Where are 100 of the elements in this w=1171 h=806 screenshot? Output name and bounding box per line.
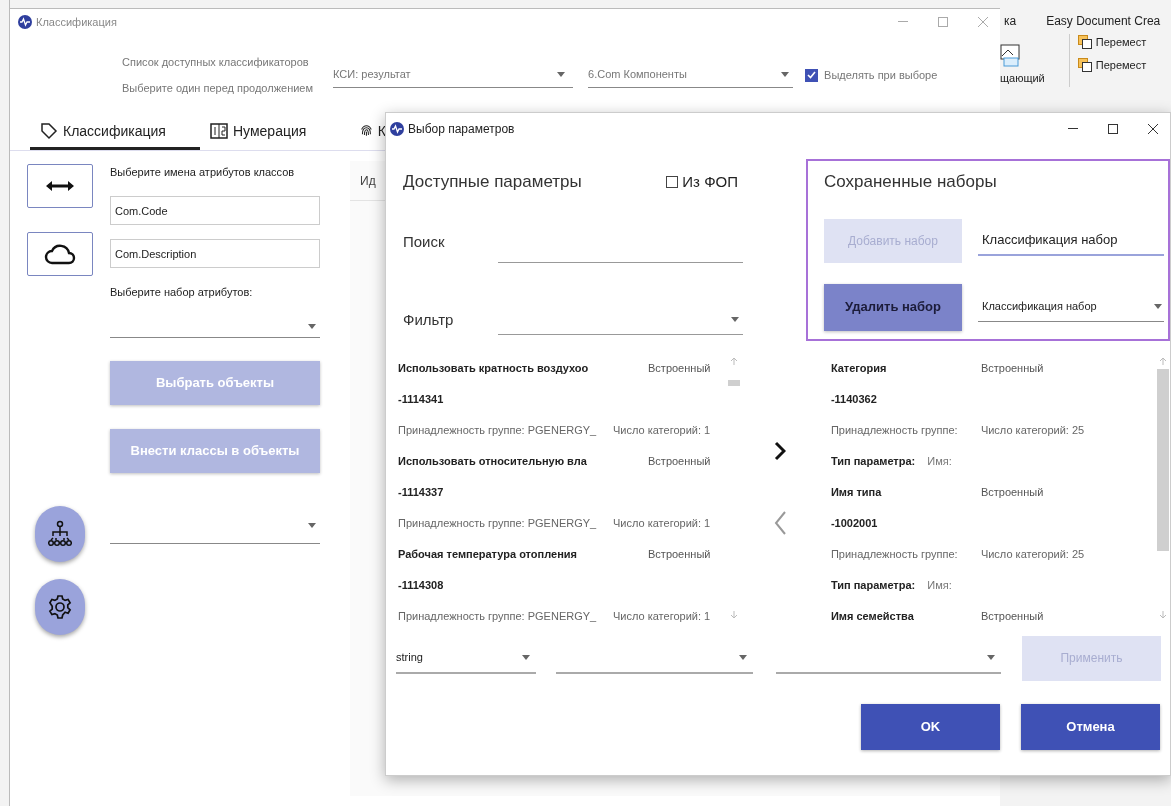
chevron-right-icon[interactable] xyxy=(774,441,786,461)
caret-icon xyxy=(308,323,316,329)
type-dropdown[interactable]: string xyxy=(396,642,536,674)
category-count: Число категорий: 1 xyxy=(613,423,711,439)
parameter-name: Рабочая температура отопления xyxy=(398,547,578,563)
parameter-source: Встроенный xyxy=(648,454,711,470)
parameter-source: Встроенный xyxy=(980,361,1044,377)
checkbox-label: Выделять при выборе xyxy=(824,67,938,83)
tab[interactable]: Нумерация xyxy=(200,115,350,150)
scrollbar-thumb[interactable] xyxy=(728,380,741,386)
category-count: Число категорий: 1 xyxy=(613,609,711,623)
close-icon[interactable] xyxy=(1148,124,1158,134)
app-logo-icon xyxy=(18,15,32,29)
parameter-type-label: Тип параметра: xyxy=(830,578,916,594)
attribute-set-label: Выберите набор атрибутов: xyxy=(110,285,254,300)
category-count: Число категорий: 1 xyxy=(613,516,711,532)
search-label: Поиск xyxy=(403,231,446,252)
header-label: Выберите один перед продолжением xyxy=(122,81,314,96)
checkbox-label: Из ФОП xyxy=(682,171,738,192)
parameter-group: Принадлежность группе: xyxy=(830,546,981,563)
parameter-name: Имя типа xyxy=(830,485,883,501)
minimize-icon[interactable] xyxy=(1068,128,1078,130)
caret-icon xyxy=(522,654,530,660)
parameter-source: Встроенный xyxy=(648,547,711,563)
numbers-icon xyxy=(210,123,228,139)
parameter-name: Использовать кратность воздухоо xyxy=(398,361,590,377)
caret-icon xyxy=(739,654,747,660)
hierarchy-icon xyxy=(48,520,72,548)
header-label: Список доступных классификаторов xyxy=(122,54,310,70)
chevron-left-icon[interactable] xyxy=(774,511,786,535)
attributes-label: Выберите имена атрибутов классов xyxy=(110,165,296,180)
parameter-id: -1140362 xyxy=(830,392,877,408)
cloud-icon xyxy=(44,243,76,265)
delete-set-button[interactable]: Удалить набор xyxy=(824,283,962,331)
ribbon-item[interactable]: Перемест xyxy=(1095,56,1147,73)
scroll-up-icon[interactable] xyxy=(730,357,739,365)
checkbox[interactable] xyxy=(805,68,819,82)
attribute-field[interactable]: Com.Code xyxy=(110,196,320,225)
attribute-field[interactable]: Com.Description xyxy=(110,239,320,268)
classifier-dropdown[interactable]: КСИ: результат xyxy=(333,62,574,88)
section-title: Сохраненные наборы xyxy=(824,171,998,193)
layers-icon xyxy=(1077,57,1092,72)
app-logo-icon xyxy=(390,122,404,136)
parameter-group: Принадлежность группе: xyxy=(830,422,981,439)
section-title: Доступные параметры xyxy=(403,171,582,194)
tab[interactable]: К xyxy=(350,115,386,150)
layers-icon xyxy=(1077,35,1092,50)
ribbon-tab[interactable]: ка xyxy=(1004,12,1017,30)
hierarchy-button[interactable] xyxy=(35,506,85,562)
category-count: Число категорий: 25 xyxy=(980,547,1085,563)
settings-icon xyxy=(47,594,73,620)
settings-button[interactable] xyxy=(35,579,85,635)
parameter-source: Встроенный xyxy=(980,609,1044,623)
caret-icon xyxy=(557,72,566,77)
horizontal-arrows-icon xyxy=(46,180,74,192)
parameter-type-label: Тип параметра: xyxy=(830,454,916,470)
checkbox[interactable] xyxy=(666,176,679,188)
parameter-group: Принадлежность группе: PGENERGY_ xyxy=(398,515,613,532)
parameter-name: Использовать относительную вла xyxy=(398,454,588,470)
ribbon-item[interactable]: Перемест xyxy=(1095,34,1147,51)
caret-icon xyxy=(308,522,316,528)
caret-icon xyxy=(781,72,790,77)
parameter-id: -1002001 xyxy=(830,516,878,532)
parameter-group: Принадлежность группе: PGENERGY_ xyxy=(398,608,613,623)
component-dropdown[interactable]: 6.Com Компоненты xyxy=(588,62,794,88)
arrows-button[interactable] xyxy=(27,164,93,208)
parameter-name: Имя семейства xyxy=(830,609,915,623)
parameter-source: Встроенный xyxy=(980,485,1044,501)
ok-button[interactable]: OK xyxy=(861,704,1000,750)
caret-icon xyxy=(1154,304,1162,309)
ribbon-tab[interactable]: Easy Document Crea xyxy=(1046,12,1161,30)
caret-icon xyxy=(987,654,995,660)
parameter-id: -1114308 xyxy=(398,578,444,594)
set-dropdown[interactable]: Классификация набор xyxy=(978,292,1164,322)
ribbon-label: щающий xyxy=(1000,71,1045,86)
set-name-field[interactable]: Классификация набор xyxy=(978,225,1164,256)
tab[interactable]: Классификация xyxy=(30,115,200,150)
scroll-down-icon[interactable] xyxy=(730,611,739,619)
window-title: Классификация xyxy=(36,14,117,30)
filter-label: Фильтр xyxy=(403,309,455,330)
picture-frame-icon[interactable] xyxy=(1000,44,1020,68)
dialog-title: Выбор параметров xyxy=(408,121,515,138)
cancel-button[interactable]: Отмена xyxy=(1021,704,1160,750)
parameter-source: Встроенный xyxy=(648,361,711,377)
parameter-id: -1114337 xyxy=(398,485,444,501)
parameter-name: Категория xyxy=(830,361,888,377)
parameter-type-value: Имя: xyxy=(927,454,952,470)
column-header: Ид xyxy=(360,172,376,190)
caret-icon xyxy=(731,317,739,322)
category-count: Число категорий: 25 xyxy=(980,423,1085,439)
fingerprint-icon xyxy=(360,123,373,139)
maximize-icon[interactable] xyxy=(1108,124,1118,134)
scroll-down-icon[interactable] xyxy=(1159,611,1167,619)
cloud-button[interactable] xyxy=(27,232,93,276)
scroll-up-icon[interactable] xyxy=(1159,357,1167,365)
parameter-type-value: Имя: xyxy=(927,578,952,594)
scrollbar-thumb[interactable] xyxy=(1157,369,1169,551)
parameter-id: -1114341 xyxy=(398,392,444,408)
tag-icon xyxy=(40,122,58,140)
parameter-group: Принадлежность группе: PGENERGY_ xyxy=(398,422,613,439)
